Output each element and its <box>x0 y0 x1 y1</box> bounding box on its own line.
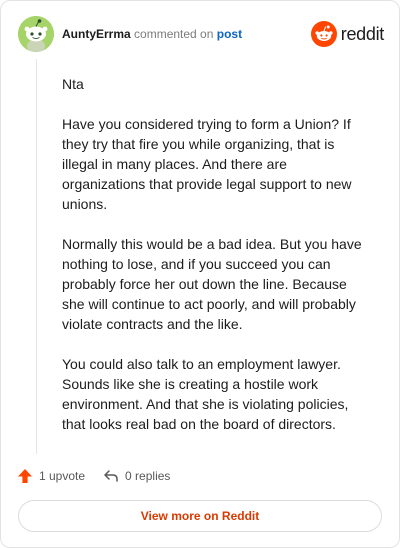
reddit-brand[interactable]: reddit <box>310 21 385 47</box>
commenter-line: AuntyErrma commented on post <box>62 27 242 41</box>
comment-actions: 1 upvote 0 replies <box>17 465 377 487</box>
comment-card: AuntyErrma commented on post reddit Nta … <box>0 0 400 548</box>
upvote-arrow-icon <box>18 469 32 483</box>
view-more-button[interactable]: View more on Reddit <box>18 500 382 532</box>
upvote-button[interactable]: 1 upvote <box>17 468 85 484</box>
action-text: commented on <box>134 27 214 41</box>
comment-paragraph: You could also talk to an employment law… <box>62 356 349 432</box>
reddit-logo-icon <box>310 21 337 47</box>
replies-button[interactable]: 0 replies <box>103 468 170 484</box>
upvote-count: 1 upvote <box>39 469 86 483</box>
comment-header: AuntyErrma commented on post reddit <box>18 16 384 52</box>
post-link[interactable]: post <box>217 27 242 41</box>
replies-count: 0 replies <box>125 469 171 483</box>
comment-body: Nta Have you considered trying to form a… <box>62 74 372 454</box>
comment-paragraph: Have you considered trying to form a Uni… <box>62 116 352 212</box>
reply-arrow-icon <box>104 470 118 482</box>
comment-paragraph: Nta <box>62 76 84 92</box>
reddit-wordmark: reddit <box>340 23 385 44</box>
username[interactable]: AuntyErrma <box>62 27 131 41</box>
thread-line <box>36 59 37 454</box>
snoo-avatar-icon <box>18 16 54 52</box>
comment-paragraph: Normally this would be a bad idea. But y… <box>62 236 362 332</box>
user-avatar[interactable] <box>18 16 54 52</box>
